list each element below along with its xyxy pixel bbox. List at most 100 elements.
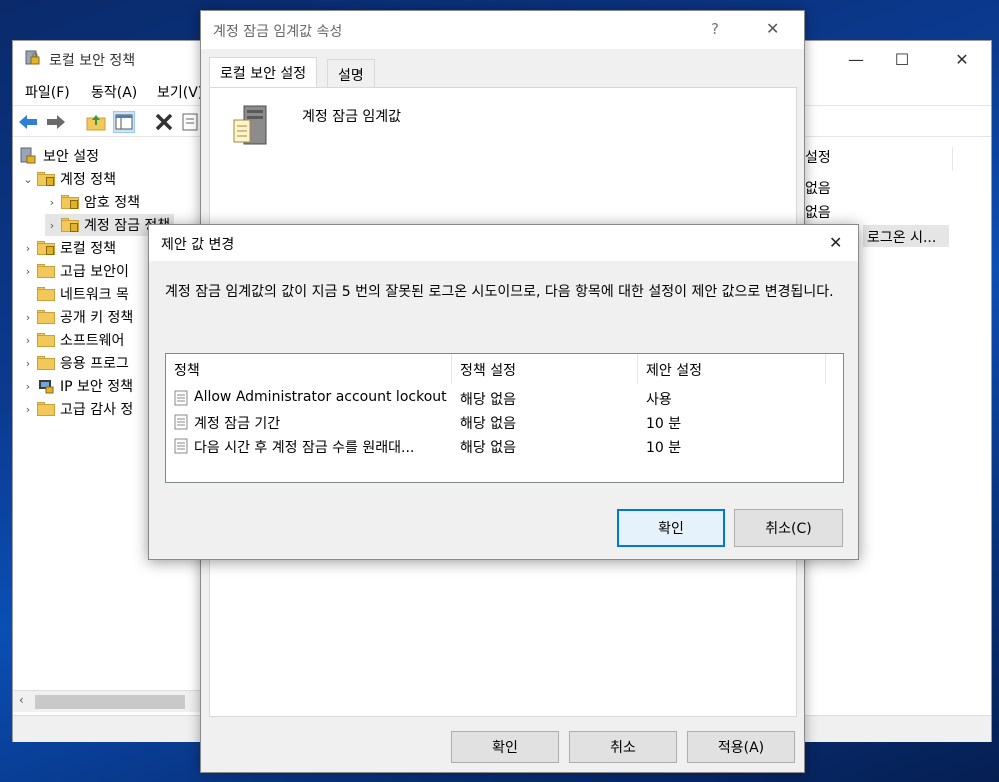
tree-item-local-policies[interactable]: › 로컬 정책 (21, 237, 116, 259)
column-header-suggested-setting[interactable]: 제안 설정 (638, 354, 826, 384)
properties-button[interactable] (179, 111, 201, 133)
policy-item-icon (174, 438, 188, 454)
suggested-value-changes-dialog: 제안 값 변경 ✕ 계정 잠금 임계값의 값이 지금 5 번의 잘못된 로그온 … (148, 224, 859, 560)
console-tree-icon (115, 114, 133, 130)
tree-item-password-policy[interactable]: › 암호 정책 (45, 191, 140, 213)
locked-folder-icon (37, 241, 55, 255)
suggested-cancel-button[interactable]: 취소(C) (734, 509, 843, 547)
tab-local-security-setting[interactable]: 로컬 보안 설정 (209, 57, 318, 88)
close-button[interactable]: ✕ (939, 41, 985, 77)
chevron-down-icon[interactable]: ⌄ (21, 173, 35, 186)
tree-label: 공개 키 정책 (60, 310, 134, 326)
show-hide-tree-button[interactable] (113, 111, 135, 133)
tree-item-network-list[interactable]: 네트워크 목 (21, 283, 129, 305)
menu-view[interactable]: 보기(V) (157, 82, 203, 102)
security-policy-app-icon (25, 50, 40, 65)
server-policy-icon (233, 105, 267, 145)
close-icon[interactable]: ✕ (829, 233, 842, 252)
setting-cell[interactable]: 없음 (805, 202, 831, 222)
policy-item-icon (174, 414, 188, 430)
tree-horizontal-scrollbar[interactable]: ‹ (13, 690, 201, 712)
list-row[interactable]: 계정 잠금 기간 해당 없음 10 분 (166, 410, 843, 434)
column-header-policy-setting[interactable]: 정책 설정 (452, 354, 638, 384)
row-policy: 다음 시간 후 계정 잠금 수를 원래대... (194, 440, 415, 456)
up-folder-button[interactable] (85, 111, 107, 133)
chevron-right-icon[interactable]: › (21, 311, 35, 324)
properties-ok-button[interactable]: 확인 (451, 731, 559, 763)
tree-item-app-control[interactable]: › 응용 프로그 (21, 352, 129, 374)
suggested-ok-button[interactable]: 확인 (617, 509, 725, 547)
chevron-right-icon[interactable]: › (45, 196, 59, 209)
folder-icon (37, 310, 55, 324)
tree-item-software-restriction[interactable]: › 소프트웨어 (21, 329, 124, 351)
suggested-dialog-title: 제안 값 변경 (161, 237, 235, 253)
chevron-right-icon[interactable]: › (21, 380, 35, 393)
forward-arrow-icon (47, 115, 65, 129)
minimize-icon: — (848, 49, 864, 69)
row-suggested-setting: 10 분 (646, 440, 682, 456)
tab-explain[interactable]: 설명 (327, 59, 375, 87)
chevron-right-icon[interactable]: › (45, 219, 59, 232)
ip-security-icon (39, 380, 54, 394)
folder-icon (37, 264, 55, 278)
suggested-title-bar[interactable]: 제안 값 변경 ✕ (149, 225, 858, 261)
minimize-button[interactable]: — (833, 41, 879, 77)
list-row[interactable]: Allow Administrator account lockout 해당 없… (166, 386, 843, 410)
tree-label: 응용 프로그 (60, 356, 129, 372)
setting-cell[interactable]: 없음 (805, 178, 831, 198)
main-window-title: 로컬 보안 정책 (49, 53, 136, 69)
tree-item-ip-security[interactable]: › IP 보안 정책 (21, 375, 133, 397)
close-icon[interactable]: ✕ (766, 19, 779, 38)
maximize-button[interactable]: ☐ (879, 41, 925, 77)
menu-action[interactable]: 동작(A) (91, 82, 137, 102)
tab-strip: 로컬 보안 설정 설명 (209, 57, 797, 89)
setting-cell-selected[interactable]: 로그온 시... (863, 225, 949, 247)
properties-title: 계정 잠금 임계값 속성 (213, 24, 343, 40)
chevron-right-icon[interactable]: › (21, 265, 35, 278)
tree-item-security-settings[interactable]: 보안 설정 (19, 145, 99, 167)
properties-apply-button[interactable]: 적용(A) (687, 731, 795, 763)
column-header-policy[interactable]: 정책 (166, 354, 452, 384)
back-button[interactable] (17, 111, 39, 133)
tree-item-advanced-firewall[interactable]: › 고급 보안이 (21, 260, 129, 282)
row-current-setting: 해당 없음 (460, 440, 516, 456)
tree-label: 네트워크 목 (60, 287, 129, 303)
locked-folder-icon (61, 195, 79, 209)
folder-icon (37, 287, 55, 301)
tree-label: 고급 보안이 (60, 264, 129, 280)
help-icon[interactable]: ? (711, 20, 719, 38)
tree-label: 계정 정책 (60, 172, 116, 188)
row-current-setting: 해당 없음 (460, 392, 516, 408)
up-folder-icon (86, 115, 106, 131)
list-row[interactable]: 다음 시간 후 계정 잠금 수를 원래대... 해당 없음 10 분 (166, 434, 843, 458)
row-policy: Allow Administrator account lockout (194, 389, 447, 405)
folder-icon (37, 356, 55, 370)
chevron-right-icon[interactable]: › (21, 334, 35, 347)
forward-button[interactable] (45, 111, 67, 133)
locked-folder-icon (37, 172, 55, 186)
chevron-right-icon[interactable]: › (21, 357, 35, 370)
policy-item-icon (174, 390, 188, 406)
row-suggested-setting: 10 분 (646, 416, 682, 432)
security-settings-icon (20, 147, 36, 164)
chevron-right-icon[interactable]: › (21, 403, 35, 416)
tree-item-public-key[interactable]: › 공개 키 정책 (21, 306, 133, 328)
tree-item-account-policies[interactable]: ⌄ 계정 정책 (21, 168, 116, 190)
maximize-icon: ☐ (894, 49, 910, 69)
tree-item-advanced-audit[interactable]: › 고급 감사 정 (21, 398, 133, 420)
folder-icon (37, 402, 55, 416)
column-header-setting[interactable]: 설정 (803, 147, 953, 171)
policy-name: 계정 잠금 임계값 (302, 109, 402, 125)
suggested-message: 계정 잠금 임계값의 값이 지금 5 번의 잘못된 로그온 시도이므로, 다음 … (165, 284, 834, 300)
scrollbar-thumb[interactable] (35, 695, 185, 709)
menu-file[interactable]: 파일(F) (25, 82, 70, 102)
tree-label: 암호 정책 (84, 195, 140, 211)
chevron-right-icon[interactable]: › (21, 242, 35, 255)
back-arrow-icon (19, 115, 37, 129)
delete-button[interactable] (153, 111, 175, 133)
properties-title-bar[interactable]: 계정 잠금 임계값 속성 ? ✕ (201, 11, 804, 49)
tree-label: 소프트웨어 (60, 333, 125, 349)
properties-cancel-button[interactable]: 취소 (569, 731, 677, 763)
scroll-left-icon[interactable]: ‹ (19, 693, 24, 707)
tree-label: 보안 설정 (43, 149, 99, 165)
